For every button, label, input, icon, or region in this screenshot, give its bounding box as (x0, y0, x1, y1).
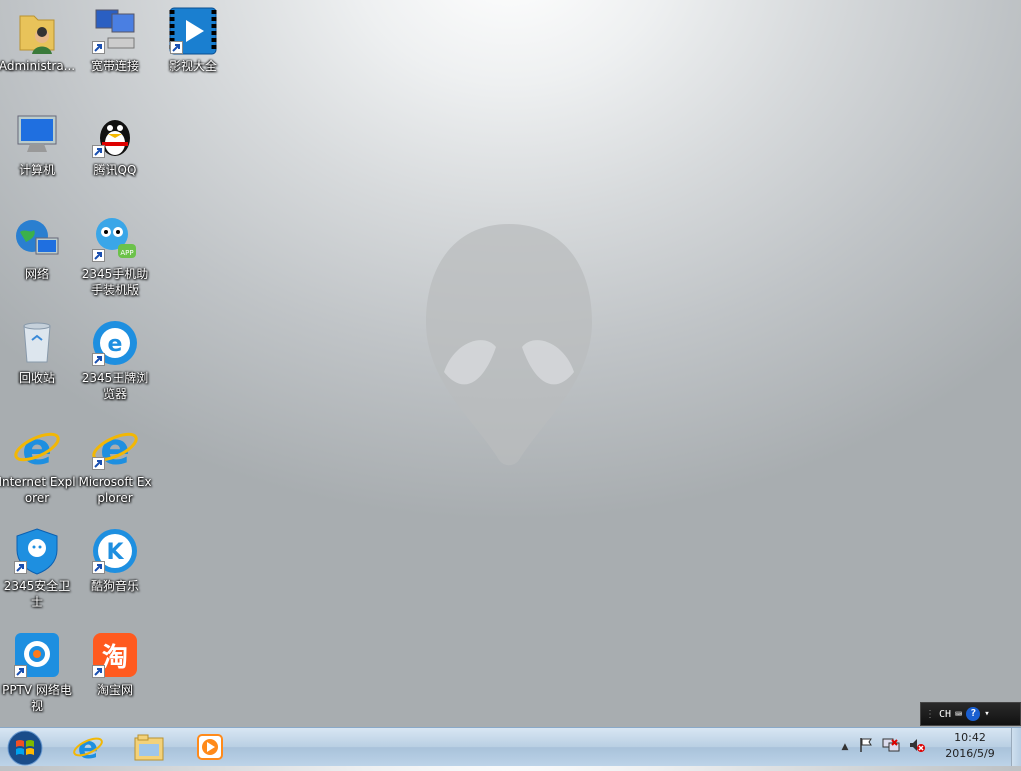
action-center-flag-icon[interactable] (858, 737, 874, 757)
browser-2345-icon: e (90, 318, 140, 368)
phone-assistant-icon: APP (90, 214, 140, 264)
desktop-icon-microsoft-explorer[interactable]: e Microsoft Explorer (76, 422, 154, 506)
internet-explorer-icon: e (12, 422, 62, 475)
show-hidden-icons-arrow[interactable]: ▲ (838, 742, 852, 752)
taskbar-media-player[interactable] (186, 729, 234, 765)
video-app-icon (168, 6, 218, 56)
svg-text:K: K (106, 540, 124, 565)
kugou-music-icon: K (90, 526, 140, 576)
pptv-icon (12, 630, 62, 680)
desktop-icon-computer[interactable]: 计算机 (0, 110, 76, 178)
clock-time: 10:42 (954, 731, 986, 744)
svg-text:e: e (22, 424, 52, 472)
desktop-icon-recycle-bin[interactable]: 回收站 (0, 318, 76, 386)
desktop-icon-kugou[interactable]: K 酷狗音乐 (76, 526, 154, 594)
desktop-icon-internet-explorer[interactable]: e Internet Explorer (0, 422, 76, 506)
taobao-icon: 淘 (90, 630, 140, 680)
computer-icon (12, 110, 62, 160)
langbar-options-icon[interactable]: ▾ (984, 709, 989, 719)
desktop-icon-pptv[interactable]: PPTV 网络电视 (0, 630, 76, 714)
windows-logo-icon (7, 730, 43, 766)
administrator-folder-icon (12, 6, 62, 56)
taskbar-windows-explorer[interactable] (125, 729, 173, 765)
desktop-icon-taobao[interactable]: 淘 淘宝网 (76, 630, 154, 698)
network-status-icon[interactable] (882, 737, 900, 757)
svg-text:e: e (78, 731, 98, 763)
help-icon[interactable]: ? (966, 707, 981, 721)
desktop-icon-video[interactable]: 影视大全 (154, 6, 232, 74)
media-player-icon (197, 734, 223, 760)
notification-area: ▲ (838, 728, 926, 766)
desktop-icon-network[interactable]: 网络 (0, 214, 76, 282)
desktop-icon-administrator[interactable]: Administra... (0, 6, 76, 74)
language-bar[interactable]: ⋮ CH ⌨ ? ▾ (920, 702, 1021, 726)
internet-explorer-icon: e (73, 731, 103, 763)
alien-wallpaper-logo (426, 224, 592, 466)
desktop-icon-qq[interactable]: 腾讯QQ (76, 110, 154, 178)
desktop-icon-browser-2345[interactable]: e 2345王牌浏览器 (76, 318, 154, 402)
language-indicator[interactable]: CH (939, 709, 951, 720)
microsoft-explorer-icon: e (90, 422, 140, 475)
svg-text:淘: 淘 (102, 643, 128, 673)
clock-date: 2016/5/9 (945, 747, 995, 760)
network-icon (12, 214, 62, 264)
svg-text:APP: APP (120, 249, 133, 257)
system-clock[interactable]: 10:42 2016/5/9 (935, 730, 1005, 762)
desktop-icon-phone-assistant[interactable]: APP 2345手机助手装机版 (76, 214, 154, 298)
keyboard-icon[interactable]: ⌨ (955, 707, 962, 721)
security-guard-icon (12, 526, 62, 576)
broadband-connection-icon (90, 6, 140, 56)
taskbar-internet-explorer[interactable]: e (64, 729, 112, 765)
folder-icon (134, 734, 164, 761)
svg-text:e: e (108, 332, 123, 357)
volume-muted-icon[interactable] (908, 737, 926, 757)
show-desktop-button[interactable] (1011, 728, 1021, 766)
desktop-icon-broadband[interactable]: 宽带连接 (76, 6, 154, 74)
qq-icon (90, 110, 140, 160)
recycle-bin-icon (12, 318, 62, 368)
grip-handle[interactable]: ⋮ (925, 709, 935, 720)
desktop-icon-security-guard[interactable]: 2345安全卫士 (0, 526, 76, 610)
start-button[interactable] (6, 729, 44, 767)
taskbar: e ▲ 10:42 2016/5/9 (0, 727, 1021, 766)
